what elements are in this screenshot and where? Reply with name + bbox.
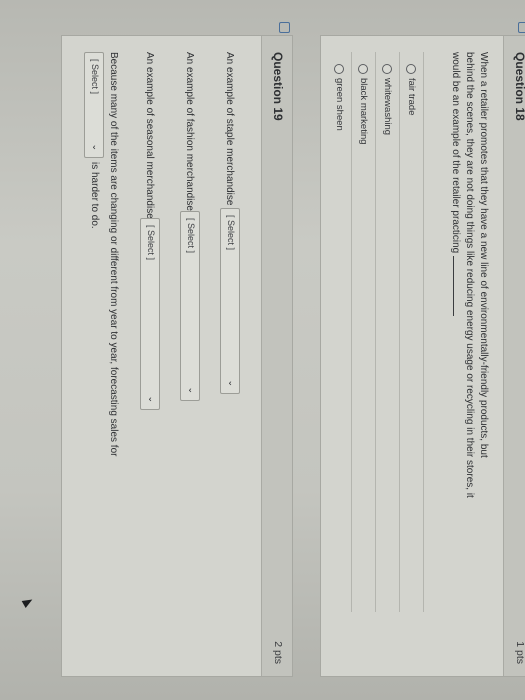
choice-black-marketing[interactable]: black marketing (351, 52, 376, 612)
question-18-card: Question 18 1 pts When a retailer promot… (320, 35, 525, 677)
choice-fair-trade[interactable]: fair trade (399, 52, 424, 612)
question-19-card: Question 19 2 pts An example of staple m… (61, 35, 293, 677)
choice-green-sheen[interactable]: green sheen (327, 52, 352, 612)
select-value: [ Select ] (226, 215, 236, 251)
select-value: [ Select ] (146, 225, 156, 261)
question-18-points: 1 pts (514, 641, 525, 664)
question-19-last-line: Because many of the items are changing o… (108, 52, 119, 457)
radio-button[interactable] (406, 64, 416, 74)
question-19-points: 2 pts (272, 641, 284, 664)
chevron-down-icon: ⌄ (187, 386, 197, 394)
select-value: [ Select ] (186, 218, 196, 254)
choice-label: whitewashing (382, 78, 393, 136)
staple-merchandise-select[interactable]: [ Select ] ⌄ (220, 208, 240, 394)
choice-whitewashing[interactable]: whitewashing (375, 52, 400, 612)
question-19-header: Question 19 2 pts (261, 36, 292, 676)
chevron-down-icon: ⌄ (147, 395, 157, 403)
question-18-header: Question 18 1 pts (503, 36, 525, 676)
radio-button[interactable] (358, 64, 368, 74)
radio-button[interactable] (334, 64, 344, 74)
chevron-down-icon: ⌄ (227, 379, 237, 387)
question-18-prompt-line-3-text: would be an example of the retailer prac… (450, 52, 461, 254)
question-18-prompt-line-2: behind the scenes, they are not doing th… (464, 52, 476, 498)
forecasting-select[interactable]: [ Select ] ⌄ (84, 52, 104, 158)
question-19-last-suffix: is harder to do. (89, 162, 100, 229)
mouse-cursor-icon (21, 596, 35, 608)
choice-label: black marketing (358, 78, 369, 145)
question-18-prompt-line-3: would be an example of the retailer prac… (449, 52, 463, 662)
question-18-title: Question 18 (513, 52, 525, 121)
question-18-prompt-line-1: When a retailer promotes that they have … (478, 52, 489, 458)
question-18-prompt: When a retailer promotes that they have … (449, 52, 491, 662)
radio-button[interactable] (382, 64, 392, 74)
choice-label: green sheen (334, 78, 345, 131)
answer-blank (453, 256, 463, 317)
quiz-page: Question 18 1 pts When a retailer promot… (0, 0, 525, 700)
question-19-title: Question 19 (271, 52, 285, 121)
chevron-down-icon: ⌄ (91, 143, 101, 151)
question-19-flag-icon[interactable] (279, 22, 290, 33)
question-18-flag-icon[interactable] (518, 22, 525, 33)
seasonal-merchandise-select[interactable]: [ Select ] ⌄ (140, 218, 160, 410)
select-value: [ Select ] (90, 59, 100, 95)
choice-label: fair trade (406, 78, 417, 116)
fashion-merchandise-select[interactable]: [ Select ] ⌄ (180, 211, 200, 401)
